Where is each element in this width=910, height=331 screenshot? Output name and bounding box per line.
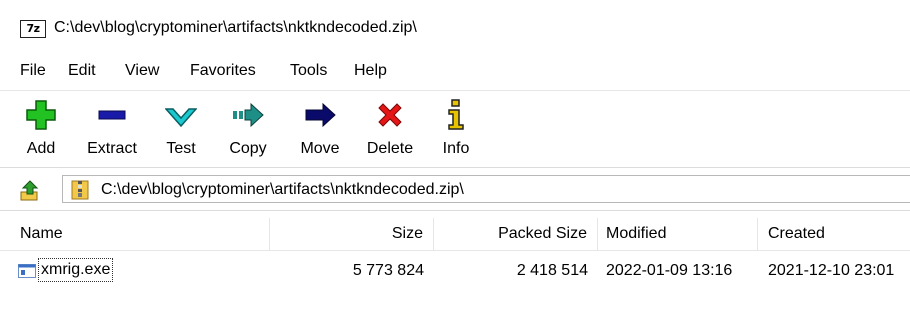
menu-edit[interactable]: Edit bbox=[68, 62, 96, 80]
menu-file[interactable]: File bbox=[20, 62, 46, 80]
address-bar: C:\dev\blog\cryptominer\artifacts\nktknd… bbox=[0, 170, 910, 211]
address-input[interactable]: C:\dev\blog\cryptominer\artifacts\nktknd… bbox=[62, 175, 910, 203]
menu-tools[interactable]: Tools bbox=[290, 62, 327, 80]
menu-help[interactable]: Help bbox=[354, 62, 387, 80]
extract-button[interactable]: Extract bbox=[78, 99, 146, 165]
address-path: C:\dev\blog\cryptominer\artifacts\nktknd… bbox=[101, 181, 464, 198]
column-header-name[interactable]: Name bbox=[0, 218, 270, 250]
column-header-size[interactable]: Size bbox=[270, 218, 434, 250]
move-arrow-icon bbox=[292, 99, 348, 131]
copy-arrow-icon bbox=[220, 99, 276, 131]
minus-icon bbox=[78, 99, 146, 131]
copy-button[interactable]: Copy bbox=[220, 99, 276, 165]
up-folder-button[interactable] bbox=[18, 179, 42, 203]
zip-folder-icon bbox=[71, 180, 89, 205]
file-size: 5 773 824 bbox=[352, 262, 424, 279]
window-title: C:\dev\blog\cryptominer\artifacts\nktknd… bbox=[54, 19, 417, 36]
delete-button[interactable]: Delete bbox=[360, 99, 420, 165]
plus-icon bbox=[16, 99, 66, 131]
info-label: Info bbox=[442, 140, 470, 157]
menu-bar: File Edit View Favorites Tools Help bbox=[0, 58, 910, 84]
file-list-header: Name Size Packed Size Modified Created bbox=[0, 218, 910, 251]
extract-label: Extract bbox=[87, 140, 137, 157]
title-bar: 7z C:\dev\blog\cryptominer\artifacts\nkt… bbox=[0, 0, 910, 50]
test-label: Test bbox=[166, 140, 196, 157]
menu-favorites[interactable]: Favorites bbox=[190, 62, 256, 80]
delete-label: Delete bbox=[366, 140, 414, 157]
file-name: xmrig.exe bbox=[38, 258, 114, 282]
app-logo-icon: 7z bbox=[20, 20, 46, 38]
column-header-packed-size[interactable]: Packed Size bbox=[434, 218, 598, 250]
file-created: 2021-12-10 23:01 bbox=[768, 262, 895, 279]
column-header-modified[interactable]: Modified bbox=[598, 218, 758, 250]
toolbar: Add Extract Test Copy Move Delete Info bbox=[0, 90, 910, 168]
info-button[interactable]: Info bbox=[434, 99, 478, 165]
file-row[interactable]: xmrig.exe 5 773 824 2 418 514 2022-01-09… bbox=[0, 256, 910, 286]
copy-label: Copy bbox=[229, 140, 267, 157]
file-modified: 2022-01-09 13:16 bbox=[606, 262, 733, 279]
column-header-created[interactable]: Created bbox=[758, 218, 910, 250]
file-packed-size: 2 418 514 bbox=[516, 262, 588, 279]
add-label: Add bbox=[26, 140, 56, 157]
move-label: Move bbox=[300, 140, 340, 157]
info-icon bbox=[434, 99, 478, 131]
menu-view[interactable]: View bbox=[125, 62, 159, 80]
check-chevron-icon bbox=[156, 99, 206, 131]
add-button[interactable]: Add bbox=[16, 99, 66, 165]
x-icon bbox=[360, 99, 420, 131]
move-button[interactable]: Move bbox=[292, 99, 348, 165]
exe-file-icon bbox=[18, 264, 36, 283]
up-arrow-icon bbox=[20, 180, 39, 201]
test-button[interactable]: Test bbox=[156, 99, 206, 165]
